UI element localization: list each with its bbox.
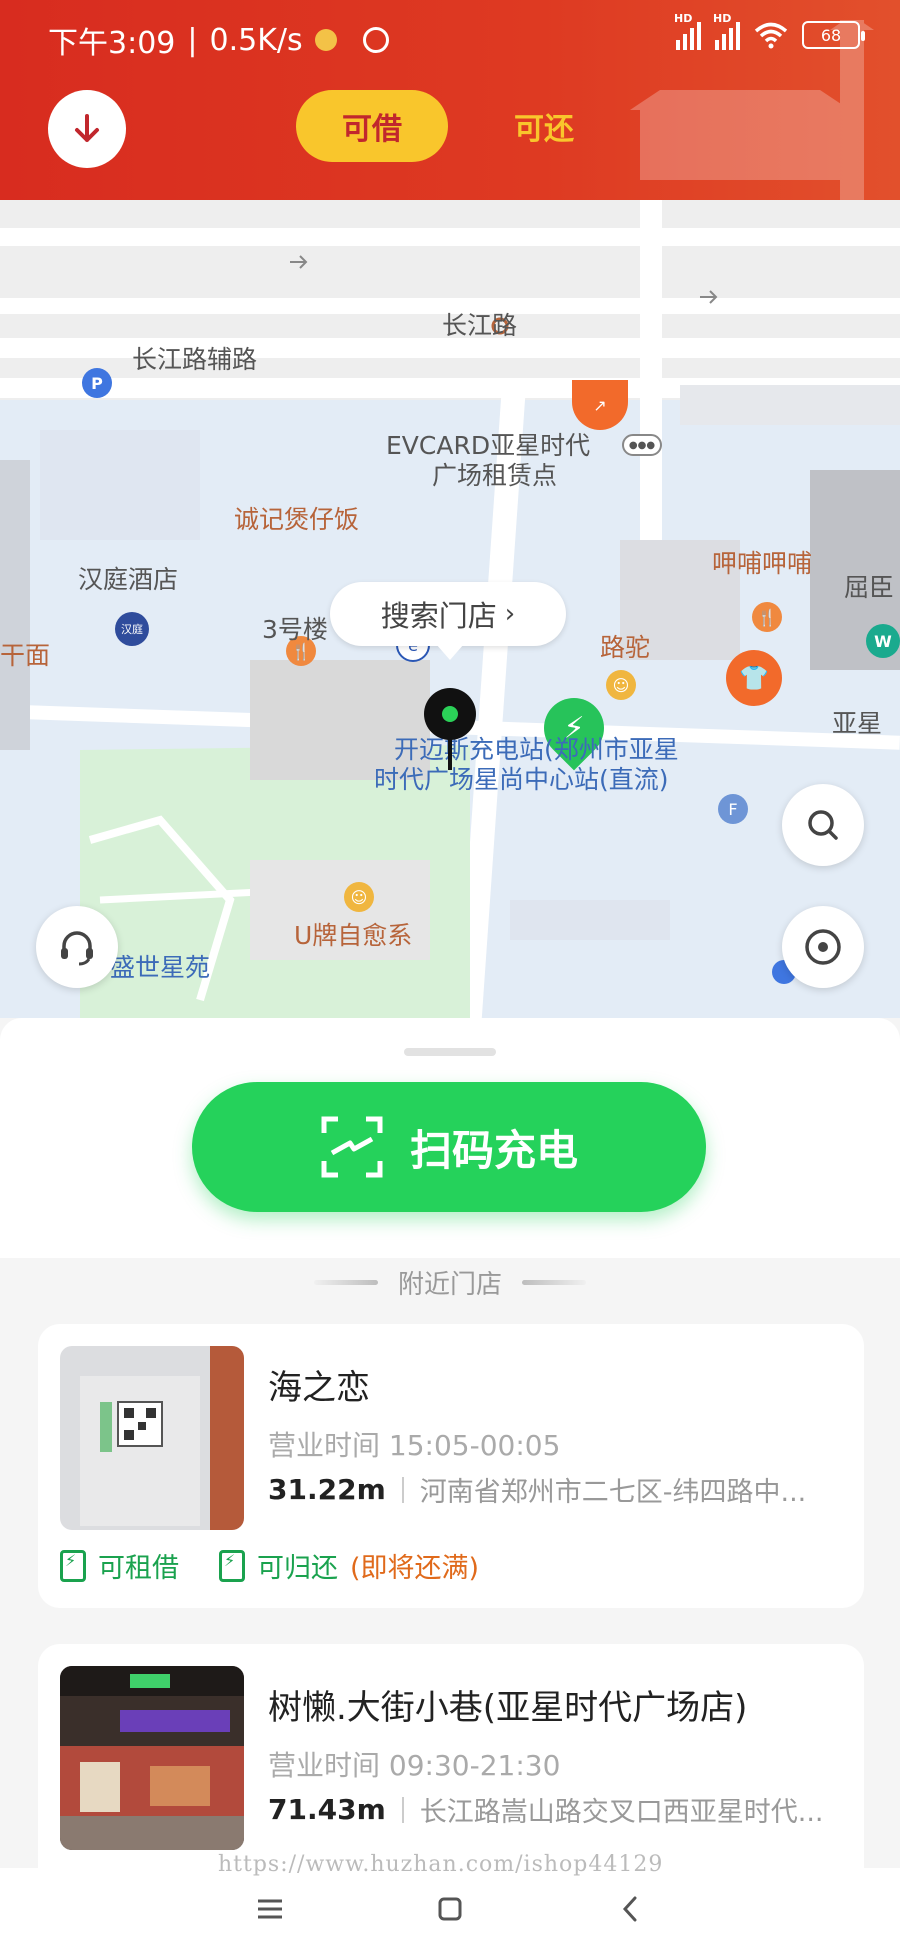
- map-label-changjiang-road: 长江路: [442, 311, 518, 340]
- tab-return[interactable]: 可还: [468, 90, 620, 162]
- return-available-badge: 可归还 (即将还满): [219, 1546, 479, 1585]
- borrow-available-badge: 可租借: [60, 1546, 179, 1585]
- search-store-label: 搜索门店: [380, 599, 497, 633]
- signal-1-icon: HD: [674, 12, 701, 50]
- signal-2-icon: HD: [713, 12, 740, 50]
- map-label-yaxing: 亚星: [832, 709, 883, 738]
- shop-marker-icon: 👕: [726, 650, 782, 706]
- map-label-station-2: 时代广场星尚中心站(直流): [374, 765, 669, 794]
- store-address: 河南省郑州市二七区-纬四路中...: [419, 1477, 807, 1508]
- search-icon: [808, 810, 838, 840]
- scan-charge-button[interactable]: 扫码充电: [192, 1082, 706, 1212]
- nearby-stores-heading: 附近门店: [0, 1264, 900, 1301]
- map-pin-icon: [424, 688, 476, 740]
- map-pin-stem: [448, 736, 452, 770]
- back-icon: [622, 1896, 637, 1922]
- system-nav-bar: [0, 1868, 900, 1950]
- metro-icon: F: [718, 794, 748, 824]
- map-label-lutuo: 路驼: [600, 633, 651, 662]
- download-button[interactable]: [48, 90, 126, 168]
- heading-line-left: [313, 1280, 378, 1285]
- map-label-changjiang-aux: 长江路辅路: [132, 345, 258, 374]
- home-icon: [438, 1897, 462, 1921]
- store-distance-row: 31.22m 河南省郑州市二七区-纬四路中...: [268, 1470, 848, 1509]
- status-time: 下午3:09: [48, 26, 176, 61]
- camel-icon: ☺: [606, 670, 636, 700]
- parking-icon: P: [82, 368, 112, 398]
- store-thumbnail: [60, 1346, 244, 1530]
- status-left: 下午3:09 | 0.5K/s: [48, 18, 389, 62]
- map-label-shengshi: 盛世星苑: [110, 953, 211, 982]
- back-button[interactable]: [600, 1884, 660, 1934]
- map-search-button[interactable]: [782, 784, 864, 866]
- menu-icon: [258, 1899, 282, 1919]
- status-divider: |: [187, 22, 198, 58]
- scan-charge-label: 扫码充电: [409, 1125, 578, 1175]
- network-speed: 0.5K/s: [209, 22, 303, 58]
- sheet-top: 扫码充电: [0, 1018, 900, 1258]
- store-name: 树懒.大街小巷(亚星时代广场店): [268, 1688, 748, 1728]
- bottom-sheet: 扫码充电 附近门店 海之恋 营业时间 15:05-00:05 31.22m 河南…: [0, 1018, 900, 1904]
- map-label-building3: 3号楼: [262, 615, 328, 644]
- home-button[interactable]: [420, 1884, 480, 1934]
- store-hours: 营业时间 09:30-21:30: [268, 1749, 561, 1782]
- store-thumbnail: [60, 1666, 244, 1850]
- return-note: (即将还满): [350, 1553, 480, 1584]
- mode-tabs: 可借 可还: [296, 90, 620, 162]
- battery-return-icon: [219, 1549, 245, 1582]
- nearby-stores-title: 附近门店: [397, 1270, 502, 1300]
- drag-handle[interactable]: [404, 1048, 496, 1056]
- divider: [401, 1476, 404, 1503]
- map-view[interactable]: P ●●● 汉庭 🍴 e 🍴 👕 ↗ W ☺ ⚡ F ☺ 长江路 长江路辅路 E…: [0, 200, 900, 1020]
- wifi-icon: [754, 22, 788, 49]
- store-name: 海之恋: [268, 1368, 370, 1408]
- locate-icon: [805, 929, 841, 965]
- restaurant-icon-2: 🍴: [752, 602, 782, 632]
- map-label-ganmian: 干面: [0, 641, 51, 670]
- map-label-chengji: 诚记煲仔饭: [234, 505, 360, 534]
- status-bar: 下午3:09 | 0.5K/s HD HD 68: [0, 0, 900, 78]
- locate-button[interactable]: [782, 906, 864, 988]
- app-header: 下午3:09 | 0.5K/s HD HD 68 可借 可还: [0, 0, 900, 200]
- store-distance-row: 71.43m 长江路嵩山路交叉口西亚星时代...: [268, 1790, 848, 1829]
- battery-borrow-icon: [60, 1549, 86, 1582]
- chevron-right-icon: ›: [504, 599, 516, 629]
- status-right: HD HD 68: [674, 12, 865, 50]
- watsons-icon: W: [866, 624, 900, 658]
- notification-app-icon: [362, 27, 389, 53]
- map-label-u-brand: U牌自愈系: [294, 921, 413, 950]
- borrow-available-label: 可租借: [98, 1553, 179, 1584]
- hotel-logo-icon: 汉庭: [115, 612, 149, 646]
- store-address: 长江路嵩山路交叉口西亚星时代...: [419, 1797, 824, 1828]
- store-badges: 可租借 可归还 (即将还满): [60, 1546, 479, 1585]
- notification-coin-icon: [314, 29, 337, 51]
- download-icon: [75, 114, 99, 142]
- headset-icon: [61, 931, 93, 966]
- search-store-bubble[interactable]: 搜索门店 ›: [330, 582, 566, 660]
- tab-borrow[interactable]: 可借: [296, 90, 448, 162]
- customer-service-button[interactable]: [36, 906, 118, 988]
- store-distance: 31.22m: [268, 1473, 386, 1506]
- store-hours: 营业时间 15:05-00:05: [268, 1429, 561, 1462]
- traffic-light-icon: ●●●: [622, 434, 662, 456]
- store-card[interactable]: 海之恋 营业时间 15:05-00:05 31.22m 河南省郑州市二七区-纬四…: [38, 1324, 864, 1608]
- battery-icon: 68: [802, 21, 865, 49]
- shop-icon: ☺: [344, 882, 374, 912]
- store-distance: 71.43m: [268, 1793, 386, 1826]
- watermark-text: https://www.huzhan.com/ishop44129: [218, 1852, 664, 1877]
- map-label-evcard-2: 广场租赁点: [432, 461, 558, 490]
- divider: [401, 1796, 404, 1823]
- map-label-qu: 屈臣: [844, 573, 895, 602]
- return-available-label: 可归还: [257, 1553, 338, 1584]
- menu-button[interactable]: [240, 1884, 300, 1934]
- map-label-hanting: 汉庭酒店: [78, 565, 179, 594]
- map-label-huahua: 呷哺呷哺: [712, 549, 813, 578]
- scan-icon: [321, 1116, 383, 1178]
- heading-line-right: [522, 1280, 586, 1285]
